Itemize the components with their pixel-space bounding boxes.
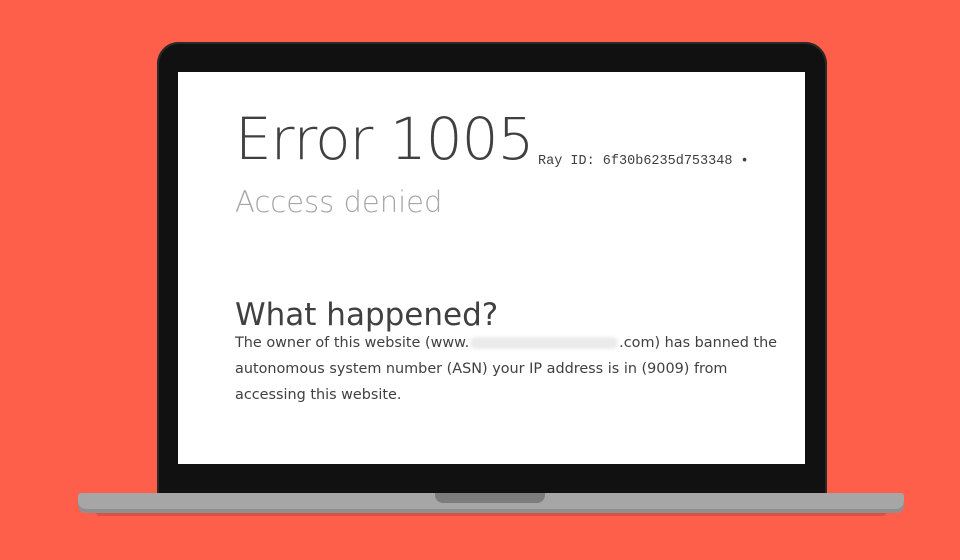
laptop-base-notch — [435, 493, 545, 503]
laptop-lid: Error 1005 Ray ID: 6f30b6235d753348 • Ac… — [157, 42, 827, 502]
redacted-domain — [470, 337, 619, 349]
paragraph-line-3: accessing this website. — [235, 387, 402, 403]
what-happened-paragraph: The owner of this website (www. .com) has… — [235, 330, 795, 408]
paragraph-line-1-start: The owner of this website (www. — [235, 335, 470, 351]
what-happened-heading: What happened? — [235, 297, 499, 333]
ray-id: Ray ID: 6f30b6235d753348 • — [538, 154, 749, 169]
paragraph-line-1: The owner of this website (www. .com) has… — [235, 330, 795, 356]
laptop-screen: Error 1005 Ray ID: 6f30b6235d753348 • Ac… — [178, 72, 805, 464]
laptop-base-shadow — [96, 513, 886, 516]
paragraph-line-1-end: .com) has banned the — [619, 335, 778, 351]
paragraph-line-2: autonomous system number (ASN) your IP a… — [235, 361, 728, 377]
error-title: Error 1005 — [235, 105, 534, 173]
error-subtitle: Access denied — [235, 185, 443, 219]
laptop-base — [78, 493, 904, 513]
